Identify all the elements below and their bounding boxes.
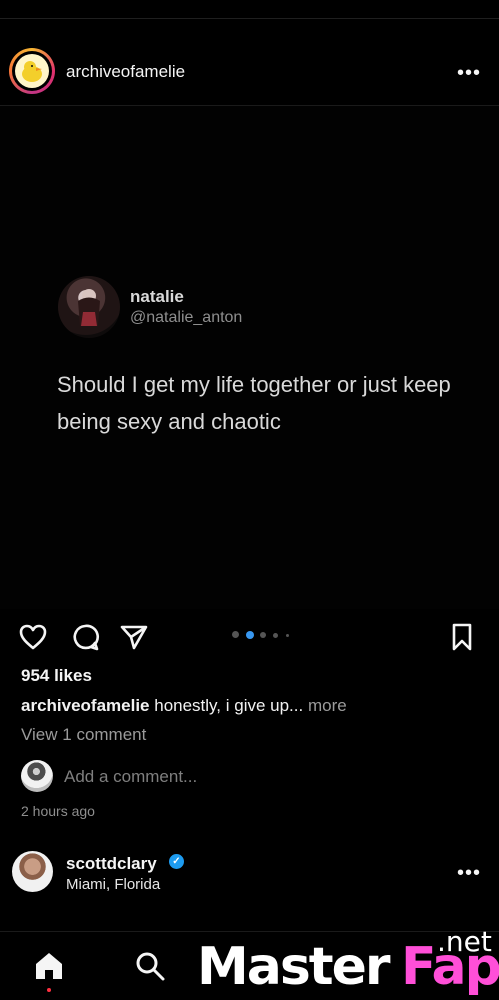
- view-comments-link[interactable]: View 1 comment: [21, 725, 146, 745]
- duck-avatar: [15, 54, 49, 88]
- next-post-location[interactable]: Miami, Florida: [66, 876, 160, 893]
- post-caption[interactable]: archiveofamelie honestly, i give up... m…: [21, 696, 481, 716]
- current-user-avatar: [21, 760, 53, 792]
- top-divider: [0, 18, 499, 19]
- post-actions: [0, 612, 499, 660]
- post-username[interactable]: archiveofamelie: [66, 62, 185, 82]
- carousel-dot: [286, 634, 289, 637]
- watermark-net: .net: [437, 925, 492, 958]
- tweet-text: Should I get my life together or just ke…: [57, 372, 451, 434]
- post-header: archiveofamelie •••: [0, 44, 499, 102]
- next-post-header: scottdclary ✓ Miami, Florida •••: [0, 846, 499, 896]
- next-user-avatar[interactable]: [12, 851, 53, 892]
- carousel-dot: [260, 632, 266, 638]
- caption-more-button[interactable]: more: [303, 696, 347, 715]
- next-post-username[interactable]: scottdclary: [66, 854, 157, 874]
- tweet-avatar: [58, 276, 120, 338]
- blurred-footer-text: [0, 986, 499, 1000]
- profile-avatar-border: [12, 51, 52, 91]
- carousel-dot: [273, 633, 278, 638]
- verified-icon: ✓: [169, 854, 184, 869]
- post-image[interactable]: natalie @natalie_anton Should I get my l…: [0, 106, 499, 609]
- caption-username[interactable]: archiveofamelie: [21, 696, 150, 715]
- comment-input[interactable]: Add a comment...: [64, 767, 197, 787]
- home-icon[interactable]: [32, 949, 66, 983]
- tweet-handle: @natalie_anton: [130, 309, 243, 326]
- add-comment-row[interactable]: Add a comment...: [21, 760, 481, 792]
- more-options-icon[interactable]: •••: [457, 63, 481, 83]
- more-options-icon[interactable]: •••: [457, 863, 481, 883]
- likes-count[interactable]: 954 likes: [21, 666, 92, 686]
- comment-icon[interactable]: [69, 621, 101, 653]
- post-time: 2 hours ago: [21, 803, 95, 819]
- share-icon[interactable]: [118, 621, 150, 653]
- carousel-dot-active: [246, 631, 254, 639]
- carousel-dot: [232, 631, 239, 638]
- carousel-indicator: [232, 630, 302, 640]
- bookmark-icon[interactable]: [446, 621, 478, 653]
- tweet-name: natalie: [130, 287, 184, 306]
- profile-story-ring[interactable]: [9, 48, 55, 94]
- search-icon[interactable]: [133, 949, 167, 983]
- caption-text: honestly, i give up...: [149, 696, 304, 715]
- heart-icon[interactable]: [17, 621, 49, 653]
